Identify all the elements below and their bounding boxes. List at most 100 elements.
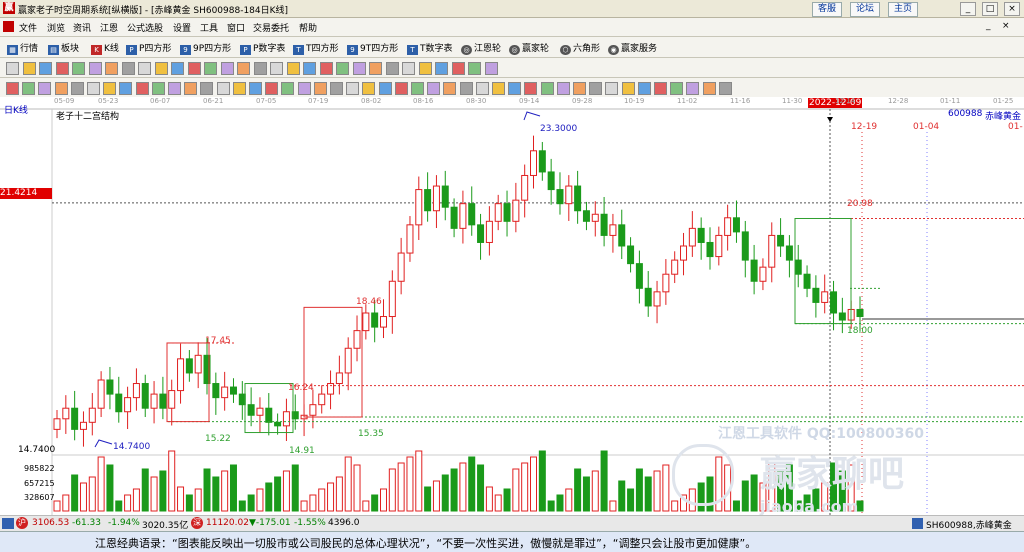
minimize-button[interactable]: _: [960, 2, 976, 16]
toolbar-tool-icon[interactable]: [253, 62, 267, 75]
toolbar-tool-icon[interactable]: [451, 62, 465, 75]
menu-browse[interactable]: 浏览: [47, 21, 65, 34]
toolbar-tool-icon[interactable]: [303, 62, 316, 75]
menu-formula[interactable]: 公式选股: [127, 21, 163, 34]
link-home[interactable]: 主页: [888, 2, 918, 17]
link-forum[interactable]: 论坛: [850, 2, 880, 17]
toolbar-tool-icon[interactable]: [88, 62, 102, 75]
tool-p-square[interactable]: P P四方形: [126, 41, 171, 55]
toolbar-tool-icon[interactable]: [204, 62, 217, 75]
status-list-icon[interactable]: [2, 518, 14, 529]
line-tool-icon[interactable]: [168, 82, 181, 95]
line-tool-icon[interactable]: [135, 82, 149, 95]
toolbar-tool-icon[interactable]: [468, 62, 481, 75]
line-tool-icon[interactable]: [22, 82, 36, 95]
line-tool-icon[interactable]: [702, 82, 716, 95]
line-tool-icon[interactable]: [605, 82, 619, 95]
tool-yingjia-wheel[interactable]: ◎ 赢家轮: [509, 41, 549, 55]
toolbar-tool-icon[interactable]: [6, 62, 19, 75]
close-button[interactable]: ×: [1004, 2, 1020, 16]
menu-gann[interactable]: 江恩: [100, 21, 118, 34]
menu-tools[interactable]: 工具: [200, 21, 218, 34]
toolbar-tool-icon[interactable]: [187, 62, 201, 75]
line-tool-icon[interactable]: [119, 82, 133, 95]
toolbar-tool-icon[interactable]: [418, 62, 432, 75]
line-tool-icon[interactable]: [670, 82, 684, 95]
line-tool-icon[interactable]: [232, 82, 246, 95]
line-tool-icon[interactable]: [281, 82, 295, 95]
line-tool-icon[interactable]: [443, 82, 457, 95]
tool-t-square[interactable]: T T四方形: [293, 41, 339, 55]
line-tool-icon[interactable]: [87, 82, 100, 95]
line-tool-icon[interactable]: [38, 82, 52, 95]
tool-t-table[interactable]: T T数字表: [407, 41, 453, 55]
line-tool-icon[interactable]: [216, 82, 230, 95]
line-tool-icon[interactable]: [654, 82, 667, 95]
line-tool-icon[interactable]: [184, 82, 198, 95]
line-tool-icon[interactable]: [200, 82, 214, 95]
menu-doc-close[interactable]: ×: [1002, 21, 1010, 31]
line-tool-icon[interactable]: [686, 82, 700, 95]
toolbar-tool-icon[interactable]: [484, 62, 498, 75]
menu-doc-min[interactable]: _: [986, 21, 991, 31]
line-tool-icon[interactable]: [540, 82, 554, 95]
line-tool-icon[interactable]: [475, 82, 489, 95]
tool-9t-square[interactable]: 9 9T四方形: [347, 41, 398, 55]
link-service[interactable]: 客服: [812, 2, 842, 17]
line-tool-icon[interactable]: [556, 82, 570, 95]
toolbar-tool-icon[interactable]: [220, 62, 234, 75]
toolbar-tool-icon[interactable]: [402, 62, 415, 75]
line-tool-icon[interactable]: [411, 82, 424, 95]
line-tool-icon[interactable]: [492, 82, 505, 95]
line-tool-icon[interactable]: [54, 82, 68, 95]
line-tool-icon[interactable]: [637, 82, 651, 95]
menu-help[interactable]: 帮助: [299, 21, 317, 34]
line-tool-icon[interactable]: [589, 82, 603, 95]
line-tool-icon[interactable]: [718, 82, 732, 95]
line-tool-icon[interactable]: [249, 82, 262, 95]
toolbar-tool-icon[interactable]: [319, 62, 333, 75]
line-tool-icon[interactable]: [573, 82, 586, 95]
tool-service[interactable]: ◉ 赢家服务: [608, 41, 657, 55]
toolbar-tool-icon[interactable]: [369, 62, 382, 75]
line-tool-icon[interactable]: [508, 82, 522, 95]
menu-trade[interactable]: 交易委托: [253, 21, 289, 34]
line-tool-icon[interactable]: [313, 82, 327, 95]
line-tool-icon[interactable]: [459, 82, 473, 95]
menu-window[interactable]: 窗口: [227, 21, 245, 34]
sz-index-value[interactable]: 11120.02: [206, 518, 249, 528]
line-tool-icon[interactable]: [6, 82, 19, 95]
toolbar-tool-icon[interactable]: [22, 62, 36, 75]
menu-news[interactable]: 资讯: [73, 21, 91, 34]
line-tool-icon[interactable]: [394, 82, 408, 95]
line-tool-icon[interactable]: [621, 82, 635, 95]
line-tool-icon[interactable]: [362, 82, 376, 95]
line-tool-icon[interactable]: [103, 82, 117, 95]
toolbar-tool-icon[interactable]: [121, 62, 135, 75]
line-tool-icon[interactable]: [378, 82, 392, 95]
tool-9p-square[interactable]: 9 9P四方形: [180, 41, 231, 55]
kline-chart[interactable]: 日K线 老子十二宫结构 600988 赤峰黄金 01- 2022-12-09 2…: [0, 97, 1024, 516]
toolbar-tool-icon[interactable]: [72, 62, 85, 75]
toolbar-tool-icon[interactable]: [435, 62, 448, 75]
toolbar-tool-icon[interactable]: [286, 62, 300, 75]
toolbar-tool-icon[interactable]: [385, 62, 399, 75]
line-tool-icon[interactable]: [427, 82, 441, 95]
line-tool-icon[interactable]: [70, 82, 84, 95]
tool-sectors[interactable]: ▤ 板块: [48, 41, 79, 55]
toolbar-tool-icon[interactable]: [39, 62, 52, 75]
tool-gann-wheel[interactable]: ◎ 江恩轮: [461, 41, 501, 55]
toolbar-tool-icon[interactable]: [270, 62, 283, 75]
line-tool-icon[interactable]: [297, 82, 311, 95]
toolbar-tool-icon[interactable]: [237, 62, 250, 75]
tool-quotes[interactable]: ▦ 行情: [7, 41, 38, 55]
toolbar-tool-icon[interactable]: [336, 62, 349, 75]
menu-file[interactable]: 文件: [19, 21, 37, 34]
tool-kline[interactable]: K K线: [91, 41, 119, 55]
maximize-button[interactable]: □: [982, 2, 998, 16]
line-tool-icon[interactable]: [265, 82, 279, 95]
tool-p-table[interactable]: P P数字表: [240, 41, 285, 55]
toolbar-tool-icon[interactable]: [352, 62, 366, 75]
toolbar-tool-icon[interactable]: [55, 62, 69, 75]
toolbar-tool-icon[interactable]: [171, 62, 184, 75]
